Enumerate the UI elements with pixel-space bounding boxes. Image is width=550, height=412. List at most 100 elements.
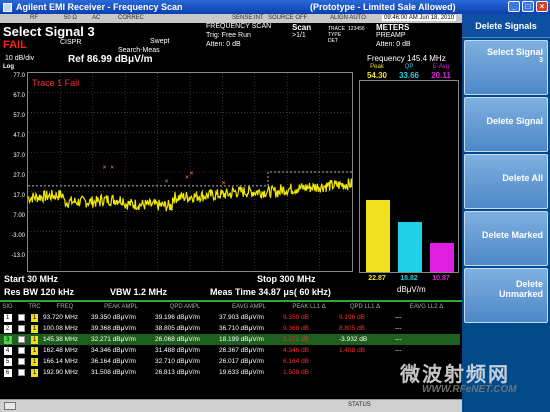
table-row[interactable]: 5 1 166.14 MHz 36.164 dBμV/m 32.710 dBμV/m 26…: [0, 356, 460, 367]
table-header-row: SIG TRC FREQ PEAK AMPL QPD AMPL EAVG AMP…: [0, 302, 460, 312]
status-sense: SENSE:INT: [232, 15, 264, 21]
y-tick-label: 77.0: [13, 73, 25, 79]
measurement-title: Select Signal 3: [3, 24, 95, 39]
meters-panel: Frequency 145.4 MHz Peak QP E-Avg 54.30 …: [357, 54, 462, 299]
softkey-label: Delete: [515, 279, 543, 289]
resolution-bandwidth: Res BW 120 kHz: [4, 287, 75, 297]
qpd-ampl-cell: 38.805 dBμV/m: [155, 325, 200, 332]
meter-unit: dBμV/m: [397, 285, 426, 294]
y-tick-label: 17.0: [13, 193, 25, 199]
meter-caption-peak: Peak: [370, 64, 384, 70]
delete-signal-button[interactable]: Delete Signal: [464, 97, 548, 152]
sig-number: 3: [3, 335, 12, 344]
y-tick-label: 7.00: [13, 213, 25, 219]
app-icon: [3, 2, 12, 12]
trace-number: 1: [31, 368, 38, 377]
measurement-header: Select Signal 3 FAIL CISPR Swept Search-…: [0, 23, 462, 54]
mark-cell[interactable]: [15, 367, 28, 378]
trc-cell: 1: [28, 312, 41, 323]
col-sig: SIG: [0, 302, 15, 312]
col-trc: TRC: [28, 302, 41, 312]
qpd-ampl-cell: 32.710 dBμV/m: [155, 358, 200, 365]
col-freq: FREQ: [41, 302, 89, 312]
sig-number: 2: [3, 324, 12, 333]
freq-cell: 166.14 MHz: [43, 358, 79, 365]
sig-number: 1: [3, 313, 12, 322]
qpd-ll1-cell: [337, 367, 393, 378]
peak-ll1-cell: 6.164 dB: [283, 358, 310, 365]
maximize-icon[interactable]: □: [522, 1, 534, 12]
table-row[interactable]: 3 1 145.38 MHz 32.271 dBμV/m 26.068 dBμV/m 18…: [0, 334, 460, 345]
trace-number: 1: [31, 335, 38, 344]
mark-checkbox[interactable]: [18, 313, 25, 321]
peak-ampl-cell: 39.368 dBμV/m: [91, 325, 136, 332]
peak-ll1-cell: 2.271 dB: [281, 334, 337, 345]
measurement-time: Meas Time 34.87 μs( 60 kHz): [210, 287, 331, 297]
trc-cell: 1: [28, 356, 41, 367]
delete-marked-button[interactable]: Delete Marked: [464, 211, 548, 266]
meter-bar-qp: [398, 222, 422, 272]
meter-caption-eavg: E-Avg: [432, 64, 450, 70]
sig-cell: 6: [0, 367, 15, 378]
delete-all-button[interactable]: Delete All: [464, 154, 548, 209]
mark-checkbox[interactable]: [18, 335, 25, 343]
mark-checkbox[interactable]: [18, 346, 25, 354]
mark-cell[interactable]: [15, 334, 28, 345]
atten-right: Atten: 0 dB: [376, 41, 411, 48]
minimize-icon[interactable]: _: [508, 1, 520, 12]
eavg-ll2-cell: ---: [395, 325, 402, 332]
window-title-bar: Agilent EMI Receiver - Frequency Scan (P…: [0, 0, 550, 14]
mark-checkbox[interactable]: [18, 324, 25, 332]
mark-cell[interactable]: [15, 312, 28, 323]
peak-ll1-cell: 4.346 dB: [283, 347, 310, 354]
signal-marker[interactable]: ×: [110, 164, 114, 171]
signal-marker[interactable]: ×: [164, 178, 168, 185]
eavg-ampl-cell: 18.199 dBμV/m: [217, 334, 281, 345]
message-icon[interactable]: [4, 402, 16, 410]
meter-caption-qp: QP: [404, 64, 414, 70]
qpd-ll1-cell: 9.196 dB: [339, 314, 366, 321]
table-row[interactable]: 4 1 162.48 MHz 34.346 dBμV/m 31.488 dBμV/m 26…: [0, 345, 460, 356]
freq-cell: 100.08 MHz: [43, 325, 79, 332]
spectrum-graph: 10 dB/div Ref 86.99 dBμV/m Log 77.0 67.0 5…: [0, 54, 357, 299]
sig-cell: 3: [0, 334, 15, 345]
qpd-ll1-cell: -3.932 dB: [337, 334, 393, 345]
close-icon[interactable]: ×: [536, 1, 548, 12]
table-row[interactable]: 1 1 93.720 MHz 39.350 dBμV/m 39.196 dBμV/m 37…: [0, 312, 460, 323]
status-align: ALIGN AUTO: [330, 15, 366, 21]
col-peak-ampl: PEAK AMPL: [89, 302, 153, 312]
mark-checkbox[interactable]: [18, 357, 25, 365]
y-tick-label: -13.0: [11, 253, 25, 259]
eavg-ampl-cell: 19.633 dBμV/m: [219, 369, 264, 376]
mark-cell[interactable]: [15, 345, 28, 356]
sig-number: 4: [3, 346, 12, 355]
meter-bars: [359, 80, 459, 273]
trc-cell: 1: [28, 367, 41, 378]
trace-type-det-grid: TRACE TYPE DET: [328, 26, 345, 44]
select-signal-button[interactable]: Select Signal 3: [464, 40, 548, 95]
trace-1-line: [28, 178, 352, 212]
mark-checkbox[interactable]: [18, 368, 25, 376]
signal-marker[interactable]: ×: [189, 171, 193, 178]
y-tick-label: 27.0: [13, 173, 25, 179]
status-rf: RF: [30, 15, 38, 21]
mark-cell[interactable]: [15, 323, 28, 334]
status-coupling: AC: [92, 15, 101, 21]
trace-number: 1: [31, 313, 38, 322]
softkey-label: Select Signal: [486, 47, 543, 57]
mark-cell[interactable]: [15, 356, 28, 367]
prototype-notice: (Prototype - Limited Sale Allowed): [310, 2, 456, 12]
delete-unmarked-button[interactable]: Delete Unmarked: [464, 268, 548, 323]
eavg-ll2-cell: ---: [395, 347, 402, 354]
table-row[interactable]: 6 1 192.90 MHz 31.508 dBμV/m 26.813 dBμV/m 19…: [0, 367, 460, 378]
signal-marker[interactable]: ×: [221, 180, 225, 187]
freq-cell: 93.720 MHz: [43, 314, 79, 321]
settings-status-row: RF 50 Ω AC CORREC SENSE:INT SOURCE OFF A…: [0, 14, 462, 23]
signal-marker[interactable]: ×: [102, 164, 106, 171]
peak-ll1-cell: 1.508 dB: [283, 369, 310, 376]
table-row[interactable]: 2 1 100.08 MHz 39.368 dBμV/m 38.805 dBμV/m 36…: [0, 323, 460, 334]
plot-area[interactable]: Trace 1 Fail × × × × × ×: [27, 72, 353, 272]
eavg-ampl-cell: 37.903 dBμV/m: [219, 314, 264, 321]
softkey-label: Delete All: [502, 173, 543, 183]
qpd-ll1-cell: [337, 356, 393, 367]
